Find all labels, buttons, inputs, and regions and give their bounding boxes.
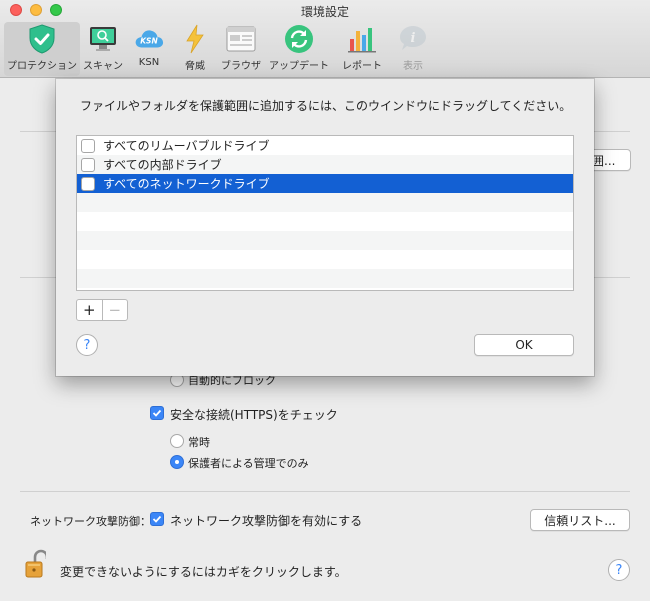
ok-button[interactable]: OK <box>474 334 574 356</box>
help-button[interactable]: ? <box>608 559 630 581</box>
list-item-checkbox[interactable] <box>81 138 95 153</box>
info-icon: i <box>398 24 428 54</box>
https-check-label: 安全な接続(HTTPS)をチェック <box>170 408 338 422</box>
list-item-label: すべてのリムーバブルドライブ <box>103 139 270 153</box>
tab-update-label: アップデート <box>269 61 329 72</box>
list-item-label: すべての内部ドライブ <box>103 158 222 172</box>
list-item-checkbox[interactable] <box>81 157 95 172</box>
list-item-selected[interactable]: すべてのネットワークドライブ <box>77 174 573 193</box>
remove-item-button[interactable]: − <box>101 300 128 320</box>
lock-message: 変更できないようにするにはカギをクリックします。 <box>60 565 347 579</box>
preferences-toolbar: プロテクション スキャン KSN KSN 脅威 ブラウザ アップデート レポート… <box>4 22 436 76</box>
shield-icon <box>27 24 57 54</box>
checkmark-icon <box>152 409 162 417</box>
radio-always-label: 常時 <box>188 436 210 449</box>
tab-browser-label: ブラウザ <box>221 61 261 72</box>
bar-chart-icon <box>347 24 377 54</box>
window-titlebar: 環境設定 プロテクション スキャン KSN KSN 脅威 ブラウザ アップデート… <box>0 0 650 78</box>
refresh-icon <box>284 24 314 54</box>
ok-button-label: OK <box>515 338 533 352</box>
sheet-help-button[interactable]: ? <box>76 334 98 356</box>
empty-row <box>77 231 573 250</box>
monitor-scan-icon <box>88 24 118 54</box>
network-attack-check-label: ネットワーク攻撃防御を有効にする <box>170 514 363 528</box>
trust-list-button-label: 信頼リスト... <box>544 513 616 528</box>
list-item[interactable]: すべての内部ドライブ <box>77 155 573 174</box>
tab-view[interactable]: i 表示 <box>390 22 436 76</box>
divider <box>20 491 630 492</box>
radio-parental-only-label: 保護者による管理でのみ <box>188 457 309 470</box>
protection-scope-list[interactable]: すべてのリムーバブルドライブ すべての内部ドライブ すべてのネットワークドライブ <box>76 135 574 291</box>
protection-range-button-label: 囲... <box>592 153 616 168</box>
cloud-ksn-icon: KSN <box>134 24 164 54</box>
tab-threats-label: 脅威 <box>185 61 205 72</box>
tab-ksn[interactable]: KSN KSN <box>126 22 172 76</box>
tab-protection[interactable]: プロテクション <box>4 22 80 76</box>
tab-report[interactable]: レポート <box>334 22 390 76</box>
radio-always[interactable] <box>170 434 184 448</box>
browser-icon <box>226 24 256 54</box>
sheet-help-button-label: ? <box>83 337 91 353</box>
svg-text:KSN: KSN <box>140 37 158 46</box>
add-item-button[interactable]: + <box>77 300 102 320</box>
empty-row <box>77 212 573 231</box>
tab-protection-label: プロテクション <box>7 61 77 72</box>
https-check-checkbox[interactable] <box>150 406 164 420</box>
network-attack-label: ネットワーク攻撃防御： <box>30 515 151 528</box>
tab-browser[interactable]: ブラウザ <box>218 22 264 76</box>
list-item[interactable]: すべてのリムーバブルドライブ <box>77 136 573 155</box>
empty-row <box>77 250 573 269</box>
tab-view-label: 表示 <box>403 61 423 72</box>
radio-parental-only[interactable] <box>170 455 184 469</box>
tab-scan-label: スキャン <box>83 61 123 72</box>
add-remove-control: + − <box>76 299 128 321</box>
tab-report-label: レポート <box>342 61 382 72</box>
list-item-label: すべてのネットワークドライブ <box>103 177 270 191</box>
tab-ksn-label: KSN <box>138 57 160 68</box>
trust-list-button[interactable]: 信頼リスト... <box>530 509 630 531</box>
window-title: 環境設定 <box>300 5 349 19</box>
tab-update[interactable]: アップデート <box>264 22 334 76</box>
tab-threats[interactable]: 脅威 <box>172 22 218 76</box>
lock-icon[interactable] <box>24 549 49 579</box>
checkmark-icon <box>152 515 162 523</box>
help-button-label: ? <box>615 562 623 578</box>
svg-text:i: i <box>411 31 416 46</box>
sheet-instruction: ファイルやフォルダを保護範囲に追加するには、このウインドウにドラッグしてください… <box>80 99 572 113</box>
empty-row <box>77 269 573 288</box>
lightning-icon <box>180 24 210 54</box>
network-attack-checkbox[interactable] <box>150 512 164 526</box>
protection-scope-sheet: ファイルやフォルダを保護範囲に追加するには、このウインドウにドラッグしてください… <box>56 79 594 376</box>
list-item-checkbox[interactable] <box>81 176 95 191</box>
empty-row <box>77 193 573 212</box>
tab-scan[interactable]: スキャン <box>80 22 126 76</box>
